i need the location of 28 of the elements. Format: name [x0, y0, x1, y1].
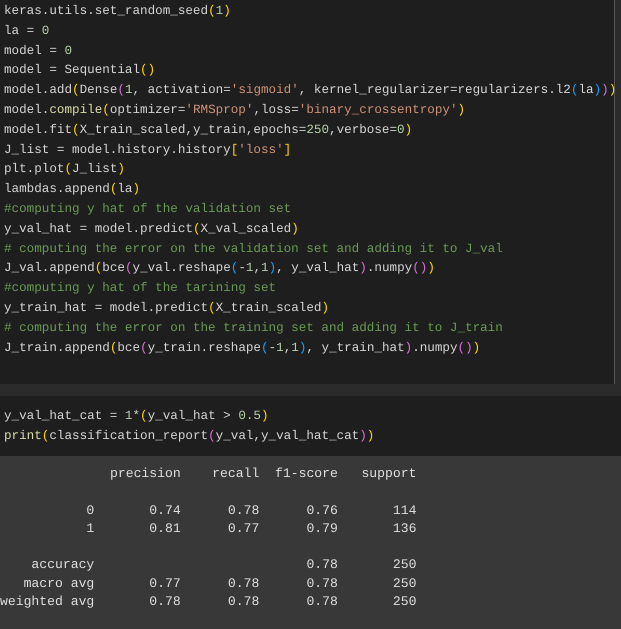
code-line: # computing the error on the training set and adding it to J_train — [3, 320, 503, 337]
code-line: J_val.append(bce(y_val.reshape(-1,1), y_val_hat).numpy()) — [3, 260, 435, 278]
code-line: keras.utils.set_random_seed(1) — [3, 3, 231, 20]
code-cell[interactable] — [0, 0, 615, 384]
code-line: model.add(Dense(1, activation='sigmoid', kernel_regularizer=regularizers.l2(la))) — [3, 82, 616, 100]
code-line: y_train_hat = model.predict(X_train_scaled) — [3, 300, 329, 317]
code-line: la = 0 — [3, 22, 50, 40]
code-line: J_list = model.history.history['loss'] — [3, 142, 292, 159]
code-line: model.compile(optimizer='RMSprop',loss='binary_crossentropy') — [3, 102, 466, 119]
code-line: #computing y hat of the tarining set — [3, 280, 276, 298]
code-line: #computing y hat of the validation set — [3, 200, 292, 218]
code-cell[interactable]: y_val_hat_cat = 1*(y_val_hat > 0.5) print(classification_report(y_val,y_val_hat_cat)) — [0, 396, 621, 456]
code-line: # computing the error on the validation set and adding it to J_val — [3, 240, 503, 258]
output-line: 1 0.81 0.77 0.79 136 — [85, 520, 416, 538]
code-line: y_val_hat = model.predict(X_val_scaled) — [3, 220, 299, 238]
output-line: weighted avg 0.78 0.78 0.78 250 — [0, 593, 416, 612]
code-line: J_train.append(bce(y_train.reshape(-1,1), y_train_hat).numpy()) — [3, 340, 480, 357]
output-line: macro avg 0.77 0.78 0.78 250 — [22, 574, 416, 593]
output-line: precision recall f1-score support — [109, 464, 416, 483]
code-line: print(classification_report(y_val,y_val_hat_cat)) — [3, 428, 374, 446]
code-line: model = 0 — [3, 42, 72, 60]
code-line: y_val_hat_cat = 1*(y_val_hat > 0.5) — [3, 408, 269, 426]
code-line: plt.plot(J_list) — [3, 161, 125, 178]
output-line: 0 0.74 0.78 0.76 114 — [85, 502, 416, 520]
code-line: lambdas.append(la) — [3, 181, 140, 198]
code-line: model.fit(X_train_scaled,y_train,epochs=250,verbose=0) — [3, 122, 412, 139]
output-line: accuracy 0.78 250 — [30, 556, 416, 574]
code-line: model = Sequential() — [3, 62, 156, 80]
